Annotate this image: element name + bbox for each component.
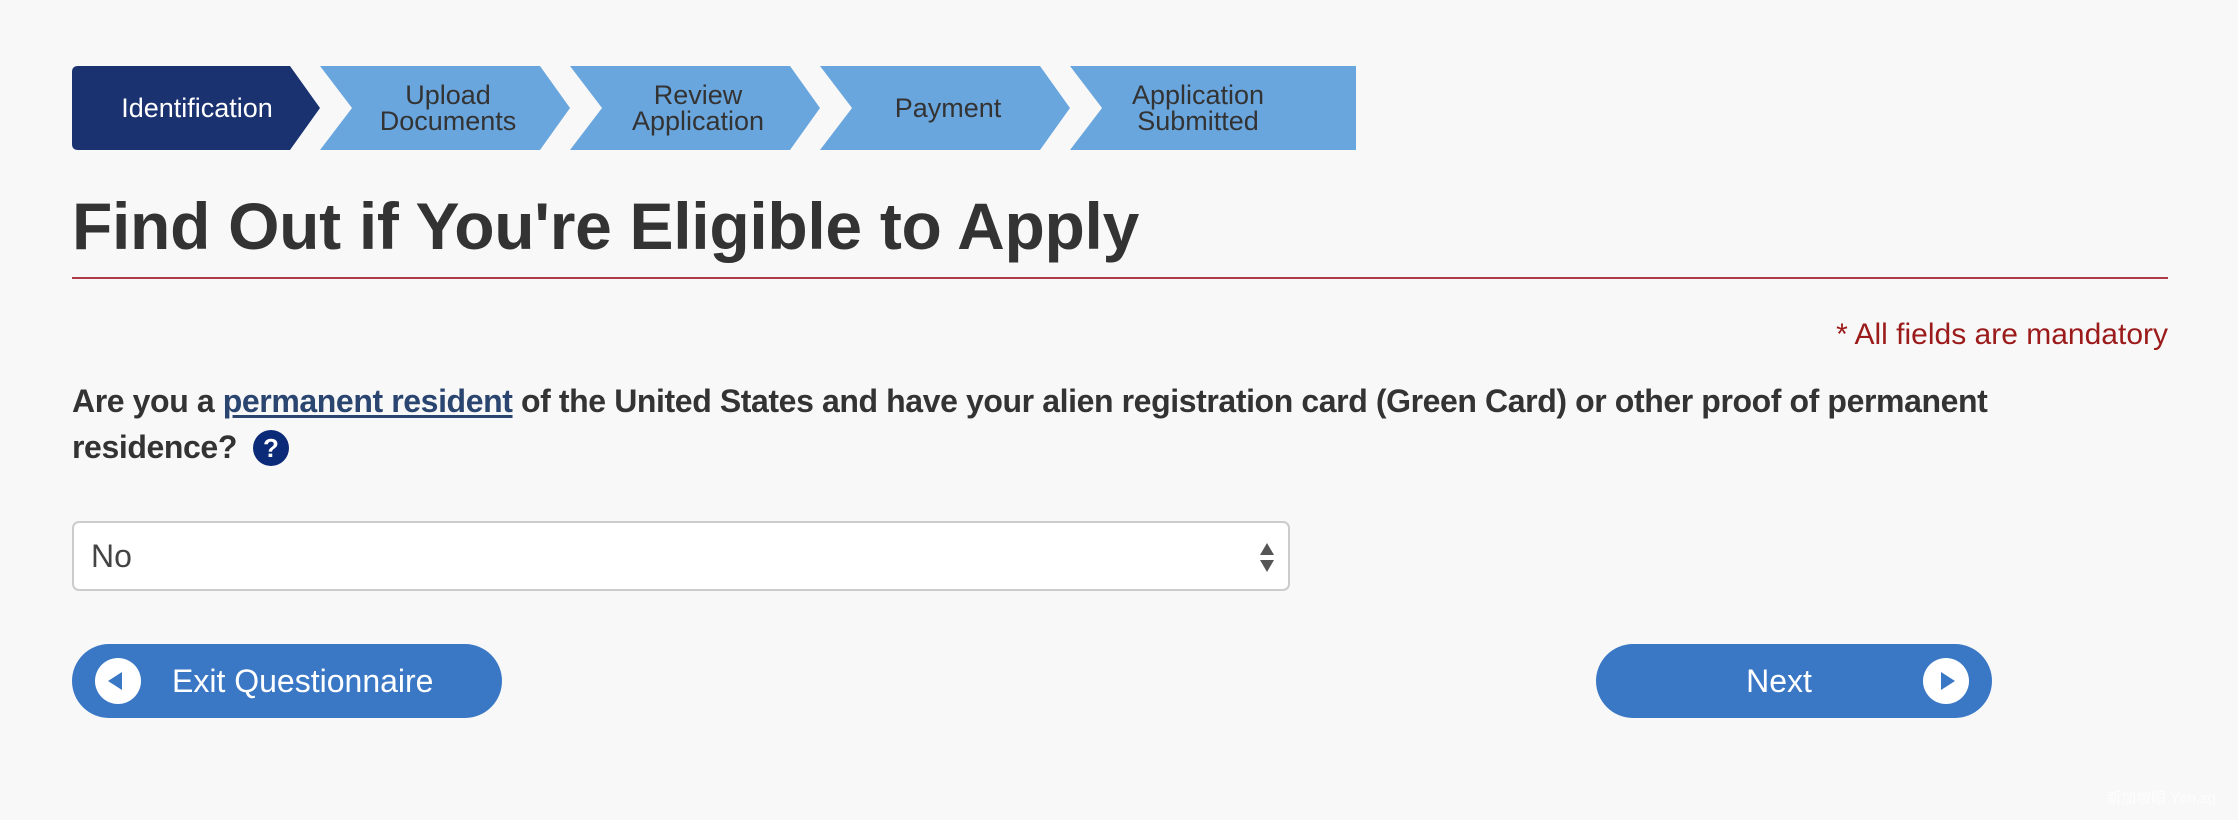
title-divider	[72, 277, 2168, 279]
triangle-left-icon	[108, 672, 122, 690]
chevron-right-circle-icon	[1923, 658, 1969, 704]
step-payment: Payment	[894, 93, 1002, 123]
arrow-down-icon	[1260, 560, 1274, 572]
arrow-up-icon	[1260, 543, 1274, 555]
watermark: 新加坡眼 Yan.sg	[2106, 790, 2216, 807]
next-button-label: Next	[1746, 663, 1812, 699]
chevron-left-circle-icon	[95, 658, 141, 704]
eligibility-question: Are you a permanent resident of the Unit…	[72, 378, 2062, 470]
exit-button-label: Exit Questionnaire	[172, 663, 434, 699]
step-review-application: Review Application	[631, 80, 765, 136]
progress-stepper: Identification Upload Documents Review A…	[72, 66, 1356, 150]
triangle-right-icon	[1941, 672, 1955, 690]
select-value: No	[91, 538, 132, 574]
permanent-resident-link[interactable]: permanent resident	[223, 383, 513, 419]
page-title: Find Out if You're Eligible to Apply	[72, 189, 1139, 263]
select-arrows-icon	[1260, 543, 1276, 573]
mandatory-fields-note: * All fields are mandatory	[1836, 318, 2168, 351]
question-text-start: Are you a	[72, 383, 223, 419]
step-identification: Identification	[121, 93, 273, 123]
step-upload-documents: Upload Documents	[379, 80, 517, 136]
permanent-resident-select[interactable]: No	[72, 521, 1290, 591]
exit-questionnaire-button[interactable]: Exit Questionnaire	[72, 644, 502, 718]
question-circle-icon[interactable]: ?	[252, 430, 289, 466]
next-button[interactable]: Next	[1596, 644, 1992, 718]
step-application-submitted: Application Submitted	[1131, 80, 1265, 136]
